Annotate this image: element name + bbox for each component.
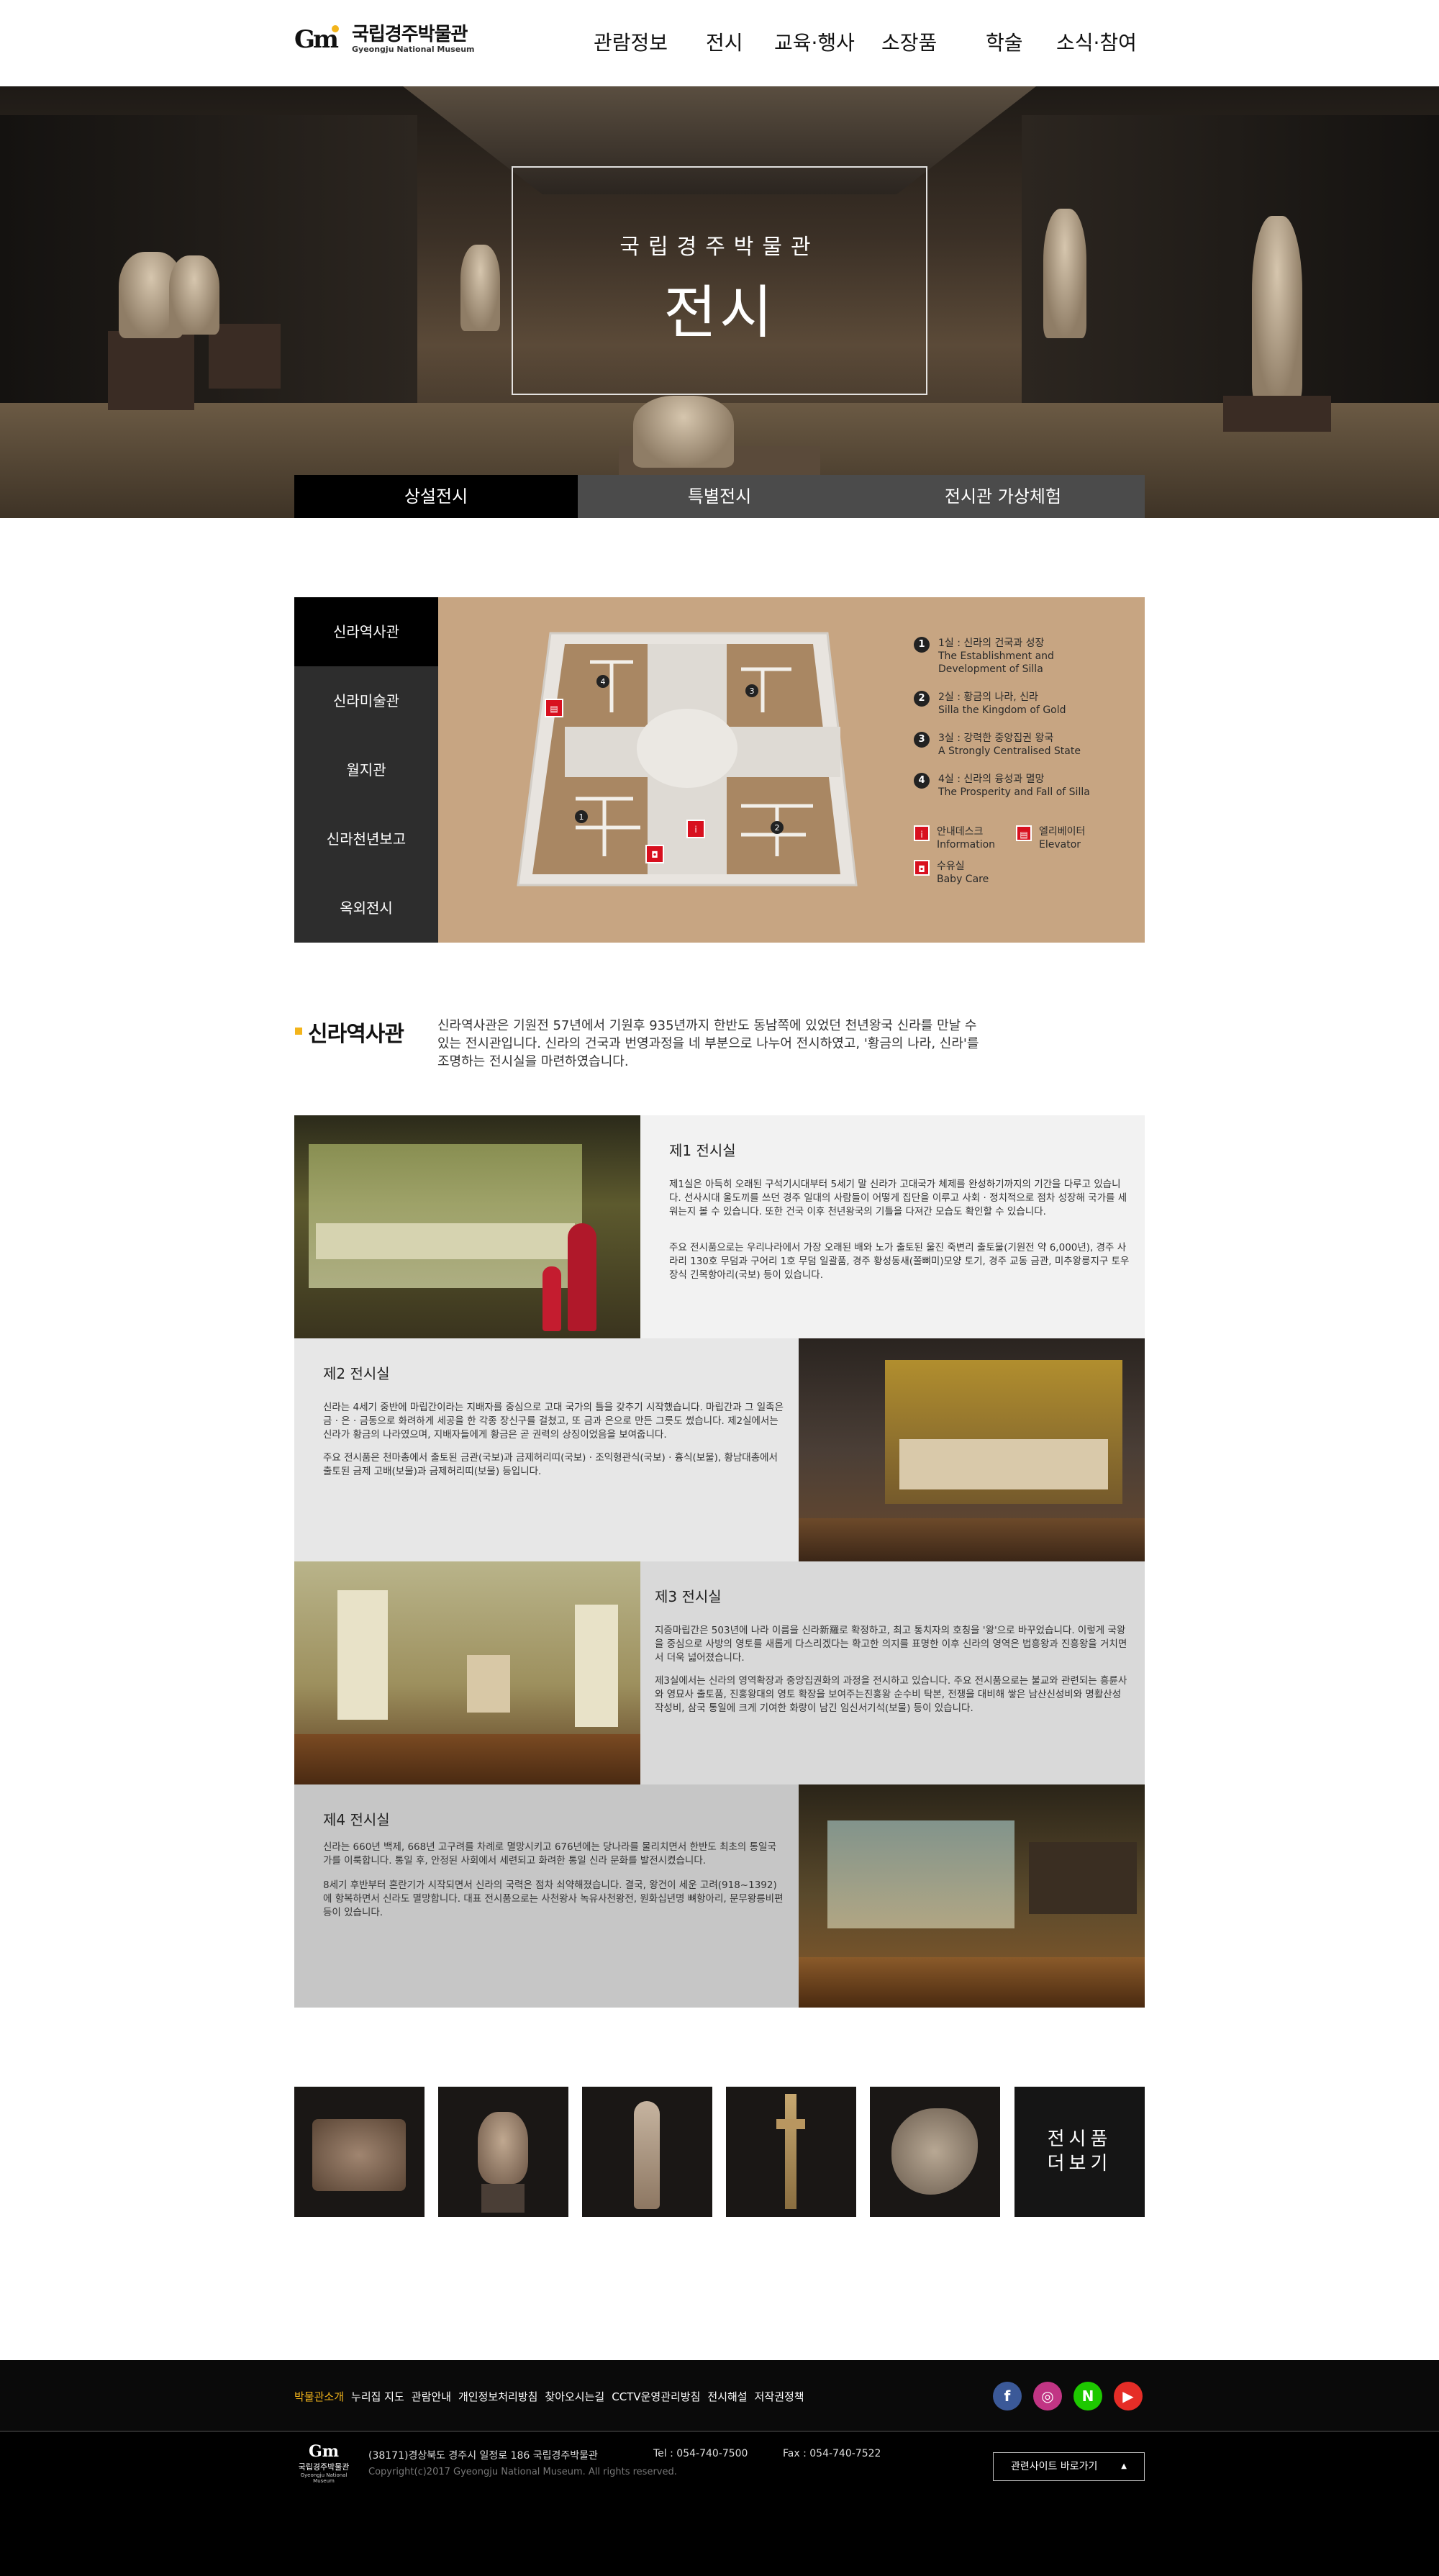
gallery-4-panel: 제4 전시실 신라는 660년 백제, 668년 고구려를 차례로 멸망시키고 … <box>294 1784 799 2008</box>
gallery-1-text-2: 주요 전시품으로는 우리나라에서 가장 오래된 배와 노가 출토된 울진 죽변리… <box>669 1242 1130 1281</box>
floor-plan-map: 4 3 1 2 ▤ i ◘ <box>517 632 858 886</box>
nav-visit-info[interactable]: 관람정보 <box>594 27 668 56</box>
related-sites-select[interactable]: 관련사이트 바로가기 ▲ <box>993 2452 1145 2481</box>
gallery-1-text-1: 제1실은 아득히 오래된 구석기시대부터 5세기 말 신라가 고대국가 체제를 … <box>669 1179 1127 1217</box>
footer-links: 박물관소개 누리집 지도 관람안내 개인정보처리방침 찾아오시는길 CCTV운영… <box>294 2389 804 2404</box>
gallery-1-title: 제1 전시실 <box>669 1142 736 1159</box>
svg-text:◘: ◘ <box>651 850 658 860</box>
footer-link-sitemap[interactable]: 누리집 지도 <box>351 2389 404 2404</box>
section-title: 신라역사관 <box>308 1022 404 1047</box>
legend-room-4: 4 4실 : 신라의 융성과 멸망 The Prosperity and Fal… <box>914 773 1090 799</box>
sidebar-item-wolji-hall[interactable]: 월지관 <box>294 735 438 804</box>
site-header: Gm 국립경주박물관 Gyeongju National Museum 관람정보… <box>0 0 1439 86</box>
svg-text:i: i <box>694 825 696 835</box>
legend-room-2: 2 2실 : 황금의 나라, 신라 Silla the Kingdom of G… <box>914 691 1066 717</box>
footer-link-visit-info[interactable]: 관람안내 <box>412 2389 451 2404</box>
sidebar-item-millennium-gallery[interactable]: 신라천년보고 <box>294 804 438 874</box>
footer-link-about[interactable]: 박물관소개 <box>294 2389 344 2404</box>
gallery-1-photo <box>294 1115 640 1338</box>
naver-icon[interactable]: N <box>1073 2382 1102 2411</box>
nav-collection[interactable]: 소장품 <box>881 27 937 56</box>
svg-text:1: 1 <box>579 812 584 822</box>
artifact-thumb-4[interactable] <box>726 2087 856 2217</box>
gallery-2-title: 제2 전시실 <box>323 1365 390 1382</box>
gallery-4-title: 제4 전시실 <box>323 1811 390 1828</box>
tab-special-exhibition[interactable]: 특별전시 <box>578 475 861 518</box>
hall-sidebar: 신라역사관 신라미술관 월지관 신라천년보고 옥외전시 <box>294 597 438 943</box>
artifact-thumb-5[interactable] <box>870 2087 1000 2217</box>
footer-copyright: Copyright(c)2017 Gyeongju National Museu… <box>368 2467 677 2477</box>
nav-exhibition[interactable]: 전시 <box>706 27 743 56</box>
footer-logo: Gm 국립경주박물관 Gyeongju National Museum <box>298 2442 350 2484</box>
legend-baby-care: ◘ 수유실 Baby Care <box>914 860 989 886</box>
legend-room-1: 1 1실 : 신라의 건국과 성장 The Establishment and … <box>914 637 1054 676</box>
legend-room-3: 3 3실 : 강력한 중앙집권 왕국 A Strongly Centralise… <box>914 732 1081 758</box>
legend-information: i 안내데스크 Information <box>914 825 995 851</box>
nav-education-events[interactable]: 교육·행사 <box>774 27 855 56</box>
footer-link-copyright[interactable]: 저작권정책 <box>755 2389 804 2404</box>
tab-virtual-tour[interactable]: 전시관 가상체험 <box>861 475 1145 518</box>
hero-subtitle: 국립경주박물관 <box>619 235 820 260</box>
gallery-3-photo <box>294 1561 640 1784</box>
tab-permanent-exhibition[interactable]: 상설전시 <box>294 475 578 518</box>
gallery-4-text-2: 8세기 후반부터 혼란기가 시작되면서 신라의 국력은 점차 쇠약해졌습니다. … <box>323 1879 784 1918</box>
svg-text:4: 4 <box>601 677 606 686</box>
elevator-icon: ▤ <box>1016 825 1032 841</box>
instagram-icon[interactable]: ◎ <box>1033 2382 1062 2411</box>
sidebar-item-outdoor-exhibition[interactable]: 옥외전시 <box>294 874 438 943</box>
artifact-thumb-3[interactable] <box>582 2087 712 2217</box>
artifact-thumb-2[interactable] <box>438 2087 568 2217</box>
info-icon: i <box>914 825 930 841</box>
nav-news-participation[interactable]: 소식·참여 <box>1056 27 1137 56</box>
logo-title-en: Gyeongju National Museum <box>352 45 475 54</box>
gallery-2-photo <box>799 1338 1145 1561</box>
svg-text:▤: ▤ <box>550 704 558 714</box>
gallery-3-title: 제3 전시실 <box>655 1588 722 1605</box>
logo-mark: Gm <box>294 25 346 54</box>
gallery-1-panel: 제1 전시실 제1실은 아득히 오래된 구석기시대부터 5세기 말 신라가 고대… <box>640 1115 1145 1338</box>
gallery-3-text-1: 지증마립간은 503년에 나라 이름을 신라新羅로 확정하고, 최고 통치자의 … <box>655 1625 1127 1664</box>
gallery-3-text-2: 제3실에서는 신라의 영역확장과 중앙집권화의 과정을 전시하고 있습니다. 주… <box>655 1675 1127 1714</box>
footer-address: (38171)경상북도 경주시 일정로 186 국립경주박물관 <box>368 2450 598 2462</box>
footer-link-directions[interactable]: 찾아오시는길 <box>545 2389 604 2404</box>
artifact-thumb-1[interactable] <box>294 2087 425 2217</box>
footer-fax: Fax : 054-740-7522 <box>783 2448 881 2459</box>
gallery-2-text-2: 주요 전시품은 천마총에서 출토된 금관(국보)과 금제허리띠(국보) · 조익… <box>323 1452 778 1477</box>
main-navigation: 관람정보 전시 교육·행사 소장품 학술 소식·참여 <box>576 27 1151 56</box>
baby-care-icon: ◘ <box>914 860 930 876</box>
footer-tel: Tel : 054-740-7500 <box>653 2448 748 2459</box>
svg-text:3: 3 <box>750 686 755 696</box>
section-bullet <box>295 1028 302 1035</box>
logo-title-ko: 국립경주박물관 <box>352 24 468 45</box>
legend-elevator: ▤ 엘리베이터 Elevator <box>1016 825 1085 851</box>
nav-academic[interactable]: 학술 <box>986 27 1023 56</box>
footer-link-cctv[interactable]: CCTV운영관리방침 <box>612 2389 700 2404</box>
gallery-2-panel: 제2 전시실 신라는 4세기 중반에 마립간이라는 지배자를 중심으로 고대 국… <box>294 1338 799 1561</box>
svg-text:2: 2 <box>775 823 780 833</box>
gallery-4-photo <box>799 1784 1145 2008</box>
section-description: 신라역사관은 기원전 57년에서 기원후 935년까지 한반도 동남쪽에 있었던… <box>437 1018 979 1069</box>
facebook-icon[interactable]: f <box>993 2382 1022 2411</box>
sidebar-item-silla-history-hall[interactable]: 신라역사관 <box>294 597 438 666</box>
footer-link-guide[interactable]: 전시해설 <box>707 2389 747 2404</box>
sidebar-item-silla-art-hall[interactable]: 신라미술관 <box>294 666 438 735</box>
gallery-3-panel: 제3 전시실 지증마립간은 503년에 나라 이름을 신라新羅로 확정하고, 최… <box>640 1561 1145 1784</box>
chevron-up-icon: ▲ <box>1121 2462 1127 2470</box>
gallery-4-text-1: 신라는 660년 백제, 668년 고구려를 차례로 멸망시키고 676년에는 … <box>323 1841 776 1867</box>
gallery-2-text-1: 신라는 4세기 중반에 마립간이라는 지배자를 중심으로 고대 국가의 틀을 갖… <box>323 1402 784 1441</box>
site-logo[interactable]: Gm 국립경주박물관 Gyeongju National Museum <box>294 24 475 55</box>
footer-link-privacy[interactable]: 개인정보처리방침 <box>458 2389 537 2404</box>
exhibition-tabs: 상설전시 특별전시 전시관 가상체험 <box>294 475 1145 518</box>
youtube-icon[interactable]: ▶ <box>1114 2382 1143 2411</box>
hero-title: 전시 <box>663 279 776 346</box>
more-artifacts-button[interactable]: 전시품 더보기 <box>1014 2087 1145 2217</box>
